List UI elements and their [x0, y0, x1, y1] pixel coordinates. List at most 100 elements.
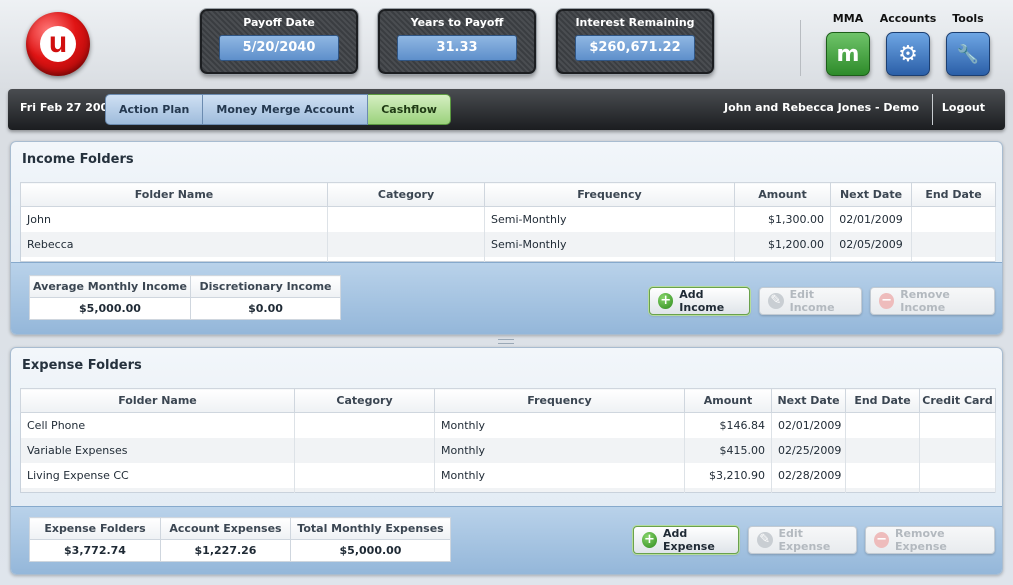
header-divider: [800, 20, 801, 76]
tab-money-merge-account[interactable]: Money Merge Account: [203, 94, 369, 125]
col-credit-card[interactable]: Credit Card: [919, 388, 996, 413]
income-folders-title: Income Folders: [22, 152, 134, 167]
cell-name: Cell Phone: [20, 412, 295, 438]
table-row[interactable]: Living Expense CC Monthly $3,210.90 02/2…: [20, 462, 996, 488]
mma-glyph: m: [836, 41, 860, 67]
cell-category: [294, 437, 435, 463]
cell-category: [327, 231, 485, 257]
account-expenses-label: Account Expenses: [160, 517, 291, 540]
edit-icon: ✎: [768, 293, 784, 309]
interest-remaining-panel: Interest Remaining $260,671.22: [556, 9, 714, 74]
avg-monthly-income-label: Average Monthly Income: [29, 275, 191, 298]
total-monthly-expenses-label: Total Monthly Expenses: [290, 517, 451, 540]
cell-frequency: Semi-Monthly: [484, 206, 735, 232]
payoff-date-label: Payoff Date: [243, 16, 315, 29]
top-header: u Payoff Date 5/20/2040 Years to Payoff …: [0, 0, 1013, 88]
nav-tabs: Action Plan Money Merge Account Cashflow: [105, 94, 451, 125]
income-footer: Average Monthly Income Discretionary Inc…: [11, 262, 1002, 334]
plus-icon: +: [642, 532, 658, 548]
expense-table: Folder Name Category Frequency Amount Ne…: [20, 388, 996, 493]
cell-end-date: [845, 412, 920, 438]
cell-amount: $3,210.90: [684, 462, 772, 488]
cell-frequency: Semi-Monthly: [484, 231, 735, 257]
table-row[interactable]: John Semi-Monthly $1,300.00 02/01/2009: [20, 206, 996, 232]
edit-expense-label: Edit Expense: [778, 527, 831, 553]
edit-income-label: Edit Income: [789, 288, 835, 314]
col-next-date[interactable]: Next Date: [771, 388, 846, 413]
minus-icon: −: [874, 532, 890, 548]
cell-end-date: [911, 231, 996, 257]
expense-table-header: Folder Name Category Frequency Amount Ne…: [20, 388, 996, 413]
wrench-icon[interactable]: 🔧: [946, 32, 990, 76]
years-to-payoff-value: 31.33: [397, 35, 517, 61]
income-summary: Average Monthly Income Discretionary Inc…: [29, 275, 341, 320]
table-row[interactable]: Rebecca Semi-Monthly $1,200.00 02/05/200…: [20, 231, 996, 257]
interest-remaining-label: Interest Remaining: [575, 16, 695, 29]
remove-income-button[interactable]: − Remove Income: [870, 287, 995, 315]
nav-bar: Fri Feb 27 2009 Action Plan Money Merge …: [8, 89, 1005, 130]
col-next-date[interactable]: Next Date: [830, 182, 912, 207]
expense-folders-total-label: Expense Folders: [29, 517, 161, 540]
cell-next-date: 02/01/2009: [771, 412, 846, 438]
edit-icon: ✎: [757, 532, 773, 548]
account-expenses-value: $1,227.26: [160, 539, 291, 562]
col-amount[interactable]: Amount: [684, 388, 772, 413]
col-amount[interactable]: Amount: [734, 182, 831, 207]
col-end-date[interactable]: End Date: [845, 388, 920, 413]
current-date: Fri Feb 27 2009: [20, 101, 116, 114]
cell-next-date: 02/01/2009: [830, 206, 912, 232]
cell-credit-card: [919, 462, 996, 488]
app-logo[interactable]: u: [26, 12, 90, 76]
expense-folders-total-value: $3,772.74: [29, 539, 161, 562]
tab-cashflow[interactable]: Cashflow: [368, 94, 451, 125]
income-table: Folder Name Category Frequency Amount Ne…: [20, 182, 996, 262]
cell-amount: $1,300.00: [734, 206, 831, 232]
nav-separator: [932, 94, 933, 125]
remove-expense-label: Remove Expense: [895, 527, 947, 553]
cell-frequency: Monthly: [434, 437, 685, 463]
table-spacer-row: [20, 487, 996, 493]
cell-category: [294, 462, 435, 488]
edit-expense-button[interactable]: ✎ Edit Expense: [748, 526, 857, 554]
mma-icon[interactable]: m: [826, 32, 870, 76]
accounts-label: Accounts: [879, 12, 937, 25]
col-frequency[interactable]: Frequency: [434, 388, 685, 413]
table-spacer-row: [20, 256, 996, 262]
minus-icon: −: [879, 293, 895, 309]
remove-income-label: Remove Income: [900, 288, 950, 314]
wrench-glyph: 🔧: [956, 43, 980, 65]
col-end-date[interactable]: End Date: [911, 182, 996, 207]
logout-button[interactable]: Logout: [942, 101, 985, 114]
cell-name: Living Expense CC: [20, 462, 295, 488]
cell-end-date: [911, 206, 996, 232]
cell-end-date: [845, 437, 920, 463]
panel-splitter-handle[interactable]: [498, 339, 514, 344]
expense-folders-title: Expense Folders: [22, 358, 142, 373]
interest-remaining-value: $260,671.22: [575, 35, 695, 61]
cell-end-date: [845, 462, 920, 488]
col-frequency[interactable]: Frequency: [484, 182, 735, 207]
edit-income-button[interactable]: ✎ Edit Income: [759, 287, 862, 315]
add-income-button[interactable]: + Add Income: [649, 287, 750, 315]
plus-icon: +: [658, 293, 674, 309]
remove-expense-button[interactable]: − Remove Expense: [865, 526, 995, 554]
table-row[interactable]: Variable Expenses Monthly $415.00 02/25/…: [20, 437, 996, 463]
col-category[interactable]: Category: [294, 388, 435, 413]
cell-name: Variable Expenses: [20, 437, 295, 463]
table-row[interactable]: Cell Phone Monthly $146.84 02/01/2009: [20, 412, 996, 438]
col-folder-name[interactable]: Folder Name: [20, 182, 328, 207]
cell-next-date: 02/28/2009: [771, 462, 846, 488]
col-category[interactable]: Category: [327, 182, 485, 207]
expense-footer: Expense Folders Account Expenses Total M…: [11, 506, 1002, 574]
mma-label: MMA: [832, 12, 864, 25]
cell-credit-card: [919, 437, 996, 463]
logo-letter: u: [40, 26, 76, 62]
gear-icon[interactable]: ⚙: [886, 32, 930, 76]
expense-summary: Expense Folders Account Expenses Total M…: [29, 517, 451, 562]
cell-frequency: Monthly: [434, 412, 685, 438]
add-expense-button[interactable]: + Add Expense: [633, 526, 739, 554]
tab-action-plan[interactable]: Action Plan: [105, 94, 204, 125]
col-folder-name[interactable]: Folder Name: [20, 388, 295, 413]
cell-frequency: Monthly: [434, 462, 685, 488]
payoff-date-panel: Payoff Date 5/20/2040: [200, 9, 358, 74]
